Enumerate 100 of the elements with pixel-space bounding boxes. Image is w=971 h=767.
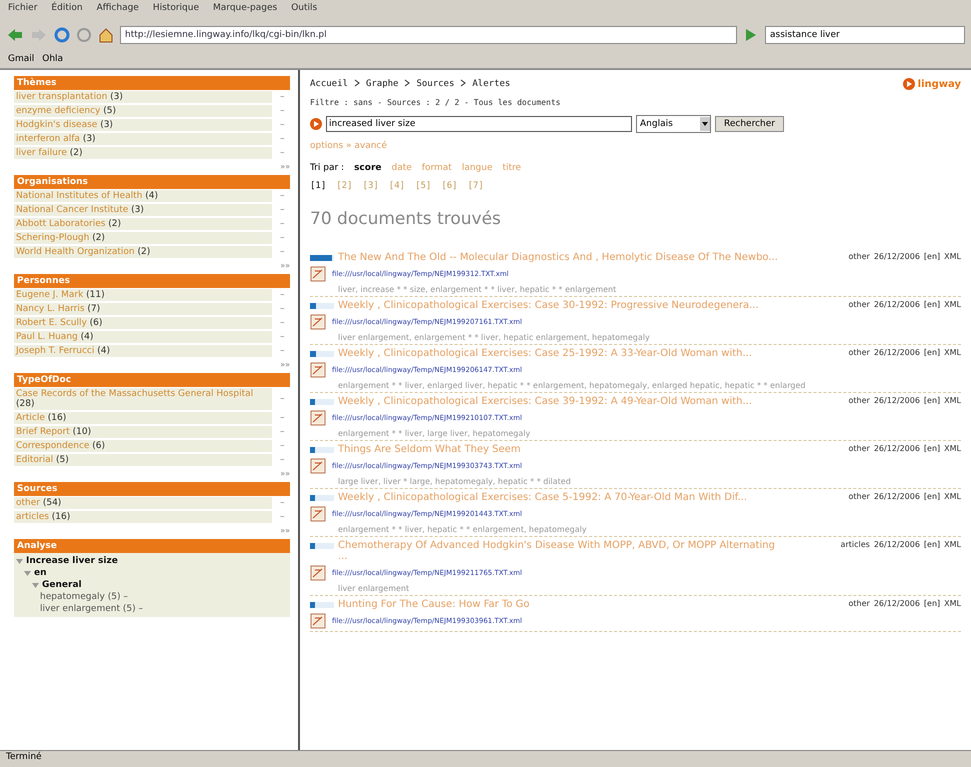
- document-icon[interactable]: [310, 565, 326, 581]
- xml-link[interactable]: XML: [944, 444, 961, 453]
- menu-item[interactable]: Outils: [291, 3, 318, 17]
- more-link[interactable]: »»: [14, 358, 290, 371]
- sort-link[interactable]: score: [354, 163, 382, 173]
- facet-link[interactable]: other (54): [14, 497, 272, 509]
- document-icon[interactable]: [310, 314, 326, 330]
- more-link[interactable]: »»: [14, 524, 290, 537]
- xml-link[interactable]: XML: [944, 599, 961, 608]
- exclude-link[interactable]: –: [280, 106, 290, 116]
- tree-node[interactable]: General: [42, 580, 82, 590]
- exclude-link[interactable]: –: [280, 346, 290, 356]
- xml-link[interactable]: XML: [944, 396, 961, 405]
- page-link[interactable]: [1]: [310, 181, 326, 191]
- exclude-link[interactable]: –: [280, 219, 290, 229]
- facet-link[interactable]: Article (16): [14, 412, 272, 424]
- exclude-link[interactable]: –: [280, 120, 290, 130]
- tree-leaf[interactable]: liver enlargement (5) –: [40, 603, 288, 615]
- facet-link[interactable]: Abbott Laboratories (2): [14, 218, 272, 230]
- more-link[interactable]: »»: [14, 467, 290, 480]
- facet-link[interactable]: Nancy L. Harris (7): [14, 303, 272, 315]
- result-source: other: [848, 252, 870, 261]
- language-select[interactable]: Anglais: [636, 115, 711, 133]
- exclude-link[interactable]: –: [280, 427, 290, 437]
- tree-leaf[interactable]: hepatomegaly (5) –: [40, 591, 288, 603]
- facet-link[interactable]: Correspondence (6): [14, 440, 272, 452]
- expanded-triangle-icon[interactable]: [24, 570, 31, 576]
- exclude-link[interactable]: –: [280, 290, 290, 300]
- exclude-link[interactable]: –: [280, 318, 290, 328]
- menu-item[interactable]: Marque-pages: [213, 3, 278, 17]
- facet-link[interactable]: World Health Organization (2): [14, 246, 272, 258]
- facet-link[interactable]: National Cancer Institute (3): [14, 204, 272, 216]
- exclude-link[interactable]: –: [280, 512, 290, 522]
- menu-item[interactable]: Fichier: [8, 3, 38, 17]
- address-field[interactable]: http://lesiemne.lingway.info/lkq/cgi-bin/lkn.pl: [120, 26, 737, 44]
- breadcrumb-link[interactable]: Graphe: [366, 79, 398, 89]
- facet-link[interactable]: Eugene J. Mark (11): [14, 289, 272, 301]
- exclude-link[interactable]: –: [280, 413, 290, 423]
- exclude-link[interactable]: –: [280, 332, 290, 342]
- facet-link[interactable]: enzyme deficiency (5): [14, 105, 272, 117]
- logo-icon[interactable]: [902, 78, 915, 90]
- reload-icon[interactable]: [54, 27, 70, 43]
- facet-link[interactable]: Paul L. Huang (4): [14, 331, 272, 343]
- document-icon[interactable]: [310, 362, 326, 378]
- facet-link[interactable]: Hodgkin's disease (3): [14, 119, 272, 131]
- facet-link[interactable]: liver failure (2): [14, 147, 272, 159]
- facet-link[interactable]: Editorial (5): [14, 454, 272, 466]
- search-button[interactable]: Rechercher: [715, 116, 784, 132]
- exclude-link[interactable]: –: [280, 304, 290, 314]
- breadcrumb-link[interactable]: Alertes: [472, 79, 510, 89]
- facet-link[interactable]: articles (16): [14, 511, 272, 523]
- xml-link[interactable]: XML: [944, 252, 961, 261]
- document-icon[interactable]: [310, 266, 326, 282]
- document-icon[interactable]: [310, 458, 326, 474]
- xml-link[interactable]: XML: [944, 540, 961, 549]
- document-icon[interactable]: [310, 613, 326, 629]
- expanded-triangle-icon[interactable]: [16, 558, 23, 564]
- facet-link[interactable]: National Institutes of Health (4): [14, 190, 272, 202]
- query-field[interactable]: increased liver size: [326, 116, 632, 132]
- exclude-link[interactable]: –: [280, 233, 290, 243]
- xml-link[interactable]: XML: [944, 300, 961, 309]
- facet-link[interactable]: Robert E. Scully (6): [14, 317, 272, 329]
- expanded-triangle-icon[interactable]: [32, 582, 39, 588]
- bookmark[interactable]: Ohla: [42, 54, 64, 64]
- facet-link[interactable]: Schering-Plough (2): [14, 232, 272, 244]
- document-icon[interactable]: [310, 506, 326, 522]
- bookmark[interactable]: Gmail: [8, 54, 34, 64]
- facet-link[interactable]: Joseph T. Ferrucci (4): [14, 345, 272, 357]
- more-link[interactable]: »»: [14, 160, 290, 173]
- home-icon[interactable]: [98, 27, 114, 43]
- facet-link[interactable]: Case Records of the Massachusetts General Hospital (28): [14, 388, 272, 410]
- facet-link[interactable]: interferon alfa (3): [14, 133, 272, 145]
- exclude-link[interactable]: –: [280, 134, 290, 144]
- exclude-link[interactable]: –: [280, 92, 290, 102]
- tree-node[interactable]: Increase liver size: [26, 556, 118, 566]
- facet-link[interactable]: liver transplantation (3): [14, 91, 272, 103]
- exclude-link[interactable]: –: [280, 205, 290, 215]
- exclude-link[interactable]: –: [280, 498, 290, 508]
- exclude-link[interactable]: –: [280, 455, 290, 465]
- search-field[interactable]: assistance liver: [765, 26, 965, 44]
- exclude-link[interactable]: –: [280, 441, 290, 451]
- breadcrumb-link[interactable]: Accueil: [310, 79, 348, 89]
- menu-item[interactable]: Édition: [51, 3, 83, 17]
- exclude-link[interactable]: –: [280, 148, 290, 158]
- exclude-link[interactable]: –: [280, 191, 290, 201]
- menu-item[interactable]: Historique: [152, 3, 199, 17]
- chevron-icon[interactable]: [354, 79, 360, 87]
- xml-link[interactable]: XML: [944, 492, 961, 501]
- chevron-icon[interactable]: [460, 79, 466, 87]
- menu-item[interactable]: Affichage: [96, 3, 139, 17]
- facet-link[interactable]: Brief Report (10): [14, 426, 272, 438]
- more-link[interactable]: »»: [14, 259, 290, 272]
- document-icon[interactable]: [310, 410, 326, 426]
- xml-link[interactable]: XML: [944, 348, 961, 357]
- breadcrumb-link[interactable]: Sources: [416, 79, 454, 89]
- tree-node[interactable]: en: [34, 568, 47, 578]
- exclude-link[interactable]: –: [280, 247, 290, 257]
- chevron-icon[interactable]: [404, 79, 410, 87]
- exclude-link[interactable]: –: [280, 394, 290, 404]
- search-icon[interactable]: [310, 118, 322, 130]
